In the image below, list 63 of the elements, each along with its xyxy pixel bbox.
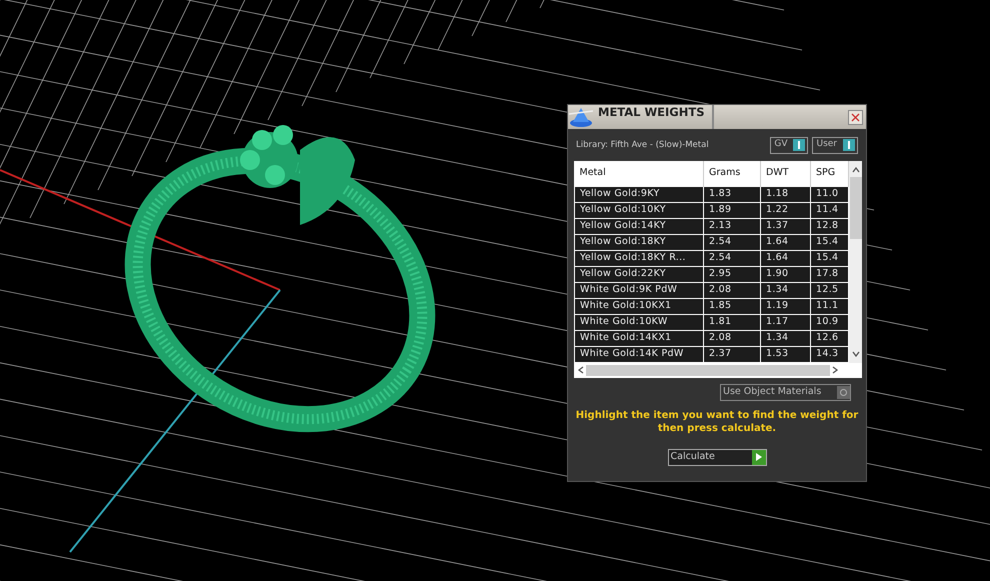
- table-cell: Yellow Gold:9KY: [574, 186, 704, 202]
- table-cell: 15.4: [810, 250, 848, 266]
- table-cell: 1.34: [760, 282, 810, 298]
- table-cell: 1.81: [704, 314, 760, 330]
- table-cell: 1.64: [760, 250, 810, 266]
- vertical-scrollbar[interactable]: [849, 161, 862, 362]
- table-cell: 14.3: [810, 346, 848, 362]
- table-cell: 15.4: [810, 234, 848, 250]
- table-cell: 17.8: [810, 266, 848, 282]
- table-cell: White Gold:9K PdW: [574, 282, 704, 298]
- table-cell: 2.08: [704, 330, 760, 346]
- column-header[interactable]: SPG: [810, 161, 848, 186]
- table-cell: 1.64: [760, 234, 810, 250]
- table-cell: White Gold:14KX1: [574, 330, 704, 346]
- table-cell: 12.6: [810, 330, 848, 346]
- column-header[interactable]: DWT: [760, 161, 810, 186]
- table-cell: 1.85: [704, 298, 760, 314]
- toggle-switch[interactable]: GV: [770, 136, 808, 154]
- app-logo-icon: [569, 106, 593, 128]
- table-cell: 12.5: [810, 282, 848, 298]
- toggle-switch[interactable]: User: [812, 136, 858, 154]
- scroll-left-icon: [578, 366, 584, 374]
- column-header[interactable]: Grams: [704, 161, 760, 186]
- use-object-materials-checkbox[interactable]: Use Object Materials: [720, 384, 851, 400]
- table-cell: 1.18: [760, 186, 810, 202]
- table-cell: Yellow Gold:22KY: [574, 266, 704, 282]
- table-cell: 2.95: [704, 266, 760, 282]
- table-cell: 10.9: [810, 314, 848, 330]
- table-cell: 2.54: [704, 234, 760, 250]
- table-cell: Yellow Gold:10KY: [574, 202, 704, 218]
- table-cell: Yellow Gold:18KY: [574, 234, 704, 250]
- table-cell: 12.8: [810, 218, 848, 234]
- table-cell: 2.37: [704, 346, 760, 362]
- table-cell: 11.4: [810, 202, 848, 218]
- table-cell: 1.89: [704, 202, 760, 218]
- close-button[interactable]: [848, 110, 863, 124]
- library-label: Library: Fifth Ave - (Slow)-Metal: [576, 138, 709, 152]
- table-cell: 1.34: [760, 330, 810, 346]
- close-icon: [851, 112, 860, 122]
- scroll-right-icon: [832, 366, 838, 374]
- table-cell: Yellow Gold:14KY: [574, 218, 704, 234]
- scroll-down-icon: [852, 350, 860, 356]
- table-cell: 1.90: [760, 266, 810, 282]
- window-title: METAL WEIGHTS: [568, 105, 714, 129]
- table-cell: 1.22: [760, 202, 810, 218]
- table-cell: 1.53: [760, 346, 810, 362]
- table-cell: 1.37: [760, 218, 810, 234]
- table-cell: White Gold:10KX1: [574, 298, 704, 314]
- table-cell: 11.1: [810, 298, 848, 314]
- table-cell: 1.83: [704, 186, 760, 202]
- table-cell: 1.17: [760, 314, 810, 330]
- play-icon: [752, 450, 766, 464]
- table-cell: 11.0: [810, 186, 848, 202]
- table-cell: 1.19: [760, 298, 810, 314]
- calculate-button[interactable]: Calculate: [668, 448, 766, 466]
- table-cell: 2.54: [704, 250, 760, 266]
- table-cell: Yellow Gold:18KY R...: [574, 250, 704, 266]
- scroll-up-icon: [852, 167, 860, 173]
- table-cell: 2.13: [704, 218, 760, 234]
- instruction-text: Highlight the item you want to find the weight for then press calculate.: [574, 408, 860, 434]
- table-cell: White Gold:10KW: [574, 314, 704, 330]
- table-cell: White Gold:14K PdW: [574, 346, 704, 362]
- table-cell: 2.08: [704, 282, 760, 298]
